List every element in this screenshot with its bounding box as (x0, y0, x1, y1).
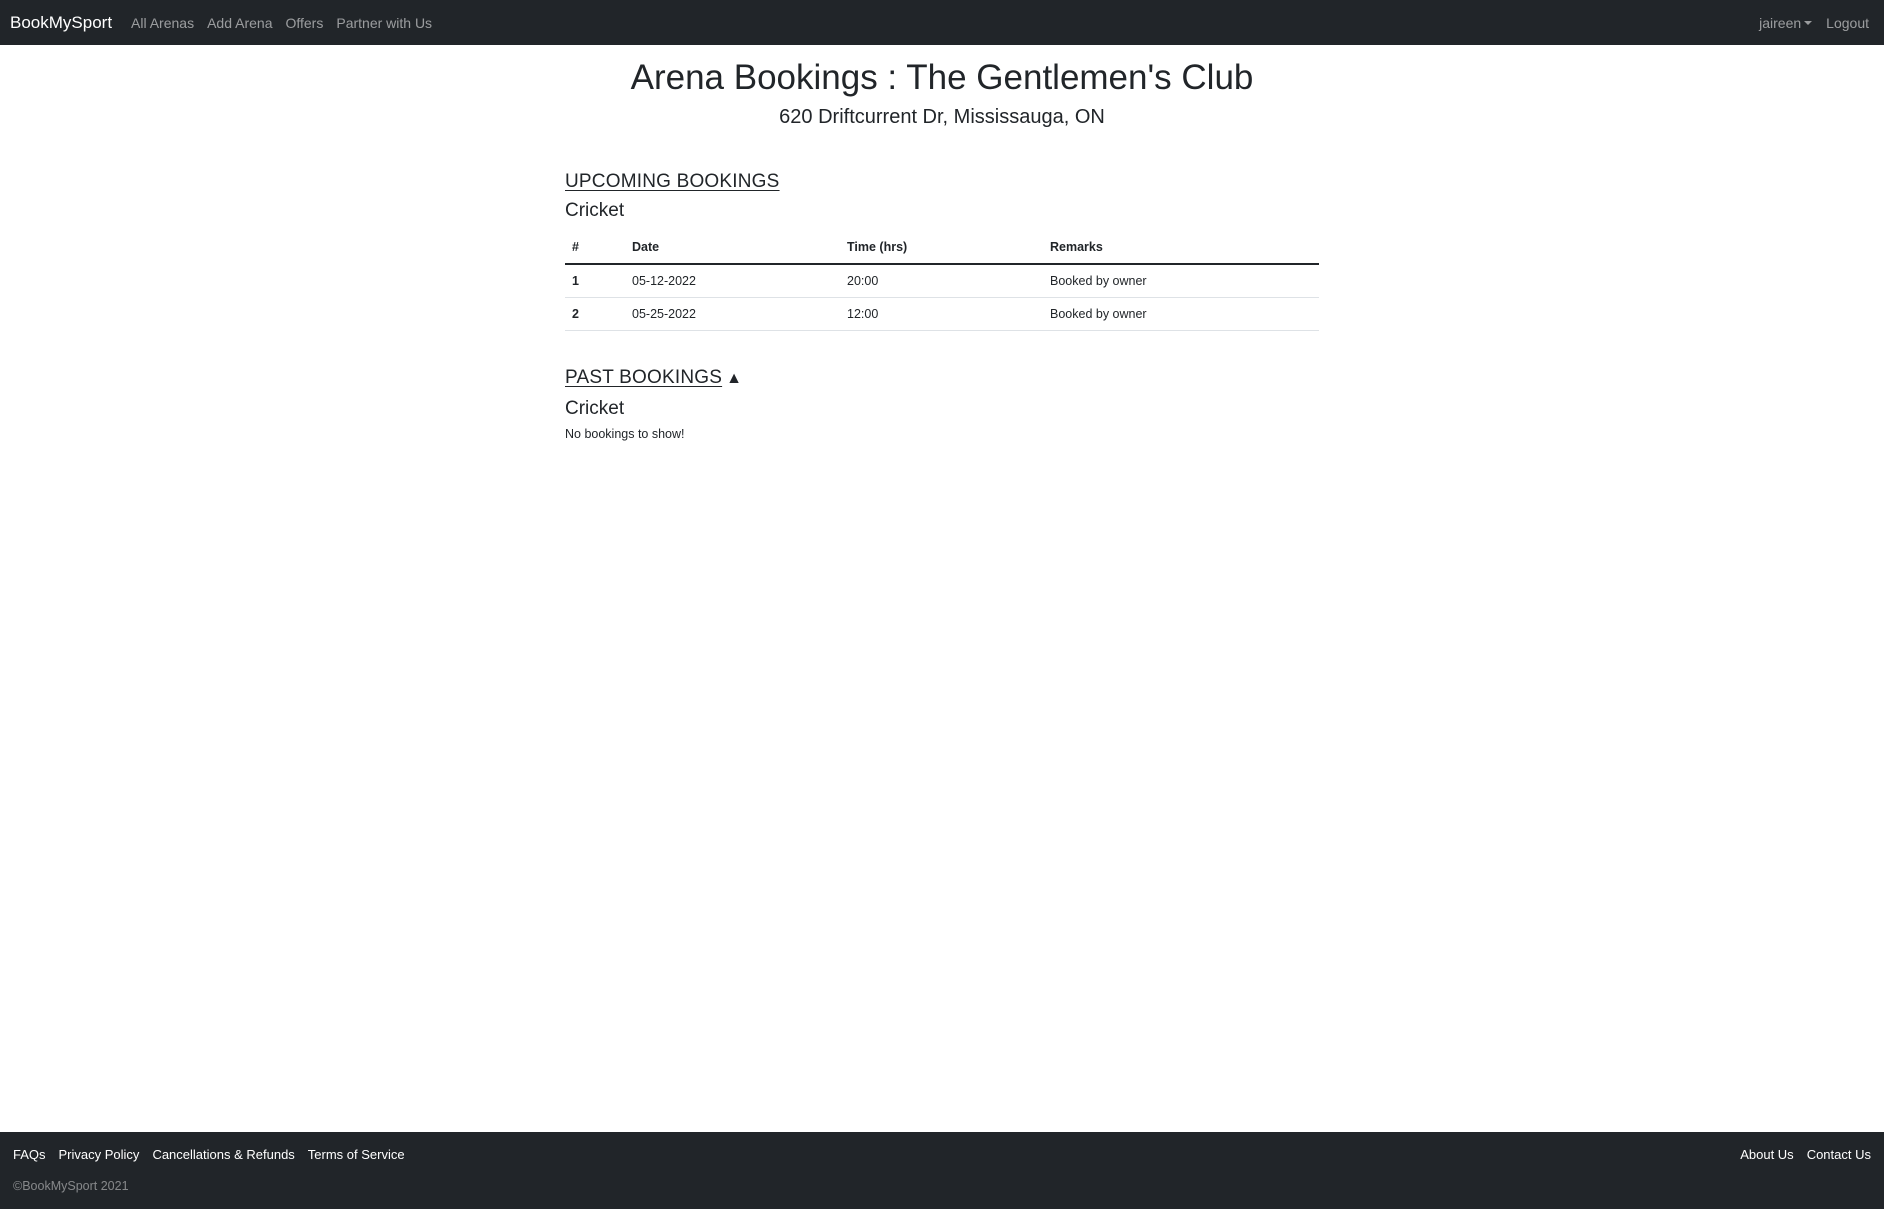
booking-time: 20:00 (840, 264, 1043, 298)
top-navbar: BookMySport All Arenas Add Arena Offers … (0, 0, 1884, 45)
table-row: 2 05-25-2022 12:00 Booked by owner (565, 297, 1319, 331)
column-header-remarks: Remarks (1043, 231, 1319, 265)
column-header-date: Date (625, 231, 840, 265)
footer-link-privacy-policy[interactable]: Privacy Policy (59, 1147, 140, 1162)
nav-link-all-arenas[interactable]: All Arenas (131, 15, 194, 31)
past-sport-heading: Cricket (565, 398, 625, 419)
row-number: 2 (565, 297, 625, 331)
footer: FAQs Privacy Policy Cancellations & Refu… (0, 1132, 1884, 1209)
caret-up-icon: ▲ (726, 370, 743, 387)
page-title: Arena Bookings : The Gentlemen's Club (630, 58, 1254, 97)
nav-links: All Arenas Add Arena Offers Partner with… (131, 15, 445, 31)
row-number: 1 (565, 264, 625, 298)
table-header-row: # Date Time (hrs) Remarks (565, 231, 1319, 265)
upcoming-bookings-section: UPCOMING BOOKINGS Cricket # Date Time (h… (565, 170, 1319, 331)
past-bookings-section: PAST BOOKINGS ▲ Cricket No bookings to sh… (565, 366, 1319, 443)
footer-right-links: About Us Contact Us (1727, 1147, 1871, 1162)
booking-date: 05-25-2022 (625, 297, 840, 331)
booking-time: 12:00 (840, 297, 1043, 331)
upcoming-sport-heading: Cricket (565, 200, 625, 221)
nav-link-add-arena[interactable]: Add Arena (207, 15, 272, 31)
user-dropdown[interactable]: jaireen (1759, 14, 1813, 31)
footer-left-links: FAQs Privacy Policy Cancellations & Refu… (13, 1147, 418, 1162)
nav-link-partner[interactable]: Partner with Us (336, 15, 432, 31)
column-header-time: Time (hrs) (840, 231, 1043, 265)
booking-remarks: Booked by owner (1043, 264, 1319, 298)
arena-address: 620 Driftcurrent Dr, Mississauga, ON (779, 106, 1105, 128)
footer-link-terms[interactable]: Terms of Service (308, 1147, 405, 1162)
chevron-down-icon (1804, 20, 1813, 25)
upcoming-bookings-table: # Date Time (hrs) Remarks 1 05-12-2022 2… (565, 231, 1319, 331)
footer-link-contact-us[interactable]: Contact Us (1807, 1147, 1871, 1162)
past-bookings-toggle[interactable]: PAST BOOKINGS ▲ (565, 366, 1319, 391)
upcoming-bookings-heading[interactable]: UPCOMING BOOKINGS (565, 170, 1319, 194)
nav-link-offers[interactable]: Offers (285, 15, 323, 31)
brand-link[interactable]: BookMySport (10, 13, 112, 33)
booking-date: 05-12-2022 (625, 264, 840, 298)
footer-link-faqs[interactable]: FAQs (13, 1147, 46, 1162)
booking-remarks: Booked by owner (1043, 297, 1319, 331)
user-name: jaireen (1759, 14, 1802, 31)
nav-right: jaireen Logout (1759, 15, 1874, 31)
footer-link-about-us[interactable]: About Us (1740, 1147, 1793, 1162)
empty-bookings-message: No bookings to show! (565, 427, 685, 441)
logout-link[interactable]: Logout (1826, 15, 1869, 31)
copyright-text: ©BookMySport 2021 (13, 1179, 129, 1193)
table-row: 1 05-12-2022 20:00 Booked by owner (565, 264, 1319, 298)
footer-link-cancellations[interactable]: Cancellations & Refunds (152, 1147, 294, 1162)
column-header-number: # (565, 231, 625, 265)
past-bookings-heading: PAST BOOKINGS (565, 367, 723, 388)
